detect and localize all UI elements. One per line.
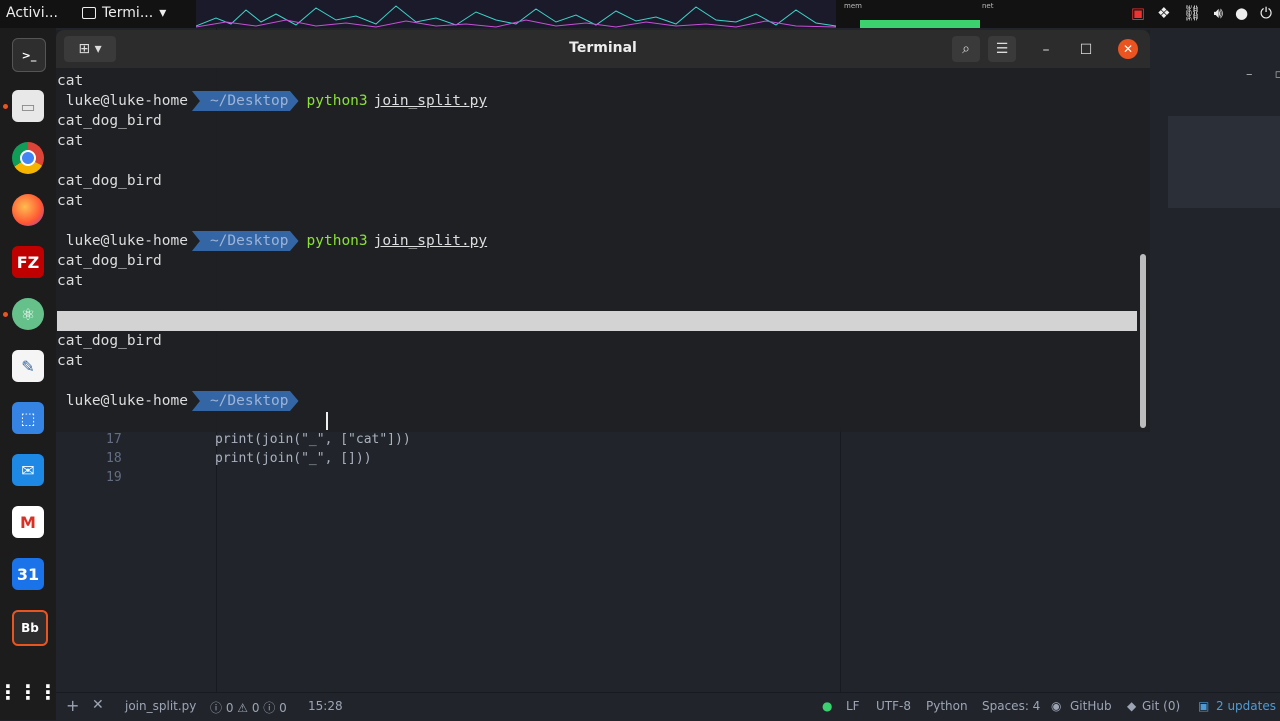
terminal-output-line: cat: [57, 71, 83, 91]
app-menu[interactable]: Termi... ▾: [82, 5, 166, 21]
status-git[interactable]: Git (0): [1142, 699, 1180, 713]
terminal-output-line: cat_dog_bird: [57, 111, 162, 131]
prompt-path: ~/Desktop: [192, 91, 299, 111]
mail-app-icon[interactable]: ✉: [12, 454, 44, 486]
gmail-app-icon[interactable]: M: [12, 506, 44, 538]
hamburger-menu-icon: ☰: [996, 41, 1009, 57]
power-icon[interactable]: ⏻: [1260, 4, 1272, 22]
terminal-prompt-line: luke@luke-home~/Desktop: [57, 391, 299, 411]
terminal-icon: [82, 7, 96, 19]
system-monitor-graphs: mem net disk: [196, 0, 1046, 28]
terminal-output-line: cat_dog_bird: [57, 331, 162, 351]
line-numbers: 17 18 19: [106, 430, 156, 487]
chevron-down-icon: ▾: [159, 5, 166, 21]
terminal-output-line: cat_dog_bird: [57, 251, 162, 271]
search-button[interactable]: ⌕: [952, 36, 980, 62]
terminal-output[interactable]: cat luke@luke-home~/Desktoppython3join_s…: [57, 68, 1137, 432]
app-grid-icon[interactable]: ⋮⋮⋮: [12, 676, 44, 708]
terminal-window[interactable]: ⊞ ▾ Terminal ⌕ ☰ – ☐ ✕ cat luke@luke-hom…: [56, 30, 1150, 432]
git-icon: ◆: [1127, 699, 1136, 713]
status-github[interactable]: GitHub: [1070, 699, 1112, 713]
prompt-command: python3: [307, 233, 368, 249]
terminal-cursor: [326, 412, 328, 430]
app-menu-label: Termi...: [102, 5, 153, 21]
microphone-icon[interactable]: ●: [1235, 4, 1248, 22]
menu-button[interactable]: ☰: [988, 36, 1016, 62]
running-indicator: [3, 312, 8, 317]
updates-icon: ▣: [1198, 699, 1209, 713]
status-language[interactable]: Python: [926, 699, 968, 713]
status-diagnostics[interactable]: ⓘ 0 ⚠ 0 ⓘ 0: [210, 699, 287, 716]
calendar-app-icon[interactable]: 31: [12, 558, 44, 590]
firefox-app-icon[interactable]: [12, 194, 44, 226]
terminal-app-icon[interactable]: >_: [12, 38, 46, 72]
terminal-output-line: cat: [57, 271, 83, 291]
system-tray[interactable]: ▣ ❖ ⛓ 🔊︎ ● ⏻: [1131, 4, 1272, 22]
minimize-icon[interactable]: –: [1246, 67, 1253, 82]
editor-window-controls[interactable]: – ▫ ✕: [1206, 56, 1280, 92]
prompt-path: ~/Desktop: [192, 391, 299, 411]
maximize-icon[interactable]: ▫: [1275, 67, 1280, 82]
add-icon[interactable]: +: [66, 696, 79, 715]
editor-status-bar: + ✕ join_split.py ⓘ 0 ⚠ 0 ⓘ 0 15:28 ● LF…: [56, 692, 1280, 721]
selection-highlight: [57, 311, 1137, 331]
terminal-titlebar[interactable]: ⊞ ▾ Terminal ⌕ ☰ – ☐ ✕: [56, 30, 1150, 68]
close-icon[interactable]: ✕: [92, 697, 104, 713]
dock: >_ ▭ FZ ⚛ ✎ ⬚ ✉ M 31 Bb ⋮⋮⋮: [0, 28, 56, 720]
network-icon[interactable]: ⛓: [1183, 4, 1202, 22]
status-dot-icon: ●: [822, 699, 832, 713]
terminal-title: Terminal: [56, 40, 1150, 56]
status-cursor-position[interactable]: 15:28: [308, 699, 343, 713]
text-editor-app-icon[interactable]: ✎: [12, 350, 44, 382]
prompt-path: ~/Desktop: [192, 231, 299, 251]
terminal-prompt-line: luke@luke-home~/Desktop python3 join_split…: [57, 91, 487, 111]
minimap[interactable]: [1168, 116, 1280, 208]
code-lines[interactable]: print(join("_", ["cat"])) print(join("_"…: [215, 430, 411, 487]
atom-app-icon[interactable]: ⚛: [12, 298, 44, 330]
prompt-user: luke@luke-home: [57, 93, 188, 109]
prompt-command: python3: [307, 93, 368, 109]
prompt-argument: join_split.py: [374, 233, 488, 249]
mem-label: mem: [844, 2, 862, 10]
prompt-argument: join_split.py: [374, 93, 488, 109]
minimize-button[interactable]: –: [1036, 40, 1056, 60]
close-button[interactable]: ✕: [1118, 39, 1138, 59]
screenshot-app-icon[interactable]: ⬚: [12, 402, 44, 434]
maximize-button[interactable]: ☐: [1076, 40, 1096, 60]
chrome-app-icon[interactable]: [12, 142, 44, 174]
terminal-output-line: cat: [57, 191, 83, 211]
github-icon: ◉: [1051, 699, 1061, 713]
terminal-output-line: cat: [57, 351, 83, 371]
terminal-prompt-line: luke@luke-home~/Desktop python3 join_split…: [57, 231, 487, 251]
prompt-user: luke@luke-home: [57, 393, 188, 409]
top-bar: Activi... Termi... ▾ mem net disk ▣ ❖ ⛓ …: [0, 0, 1280, 28]
status-indent[interactable]: Spaces: 4: [982, 699, 1040, 713]
bb-app-icon[interactable]: Bb: [12, 610, 48, 646]
editor-divider: [840, 428, 841, 692]
terminal-output-line: cat_dog_bird: [57, 171, 162, 191]
activities-button[interactable]: Activi...: [6, 5, 58, 21]
files-app-icon[interactable]: ▭: [12, 90, 44, 122]
search-icon: ⌕: [962, 41, 970, 57]
status-updates[interactable]: 2 updates: [1216, 699, 1276, 713]
svg-text:net: net: [982, 2, 994, 10]
running-indicator: [3, 104, 8, 109]
dropbox-icon[interactable]: ❖: [1157, 4, 1170, 22]
camera-icon[interactable]: ▣: [1131, 4, 1145, 22]
status-line-ending[interactable]: LF: [846, 699, 860, 713]
terminal-scrollbar[interactable]: [1140, 254, 1146, 428]
terminal-output-line: cat: [57, 131, 83, 151]
prompt-user: luke@luke-home: [57, 233, 188, 249]
status-filename[interactable]: join_split.py: [125, 699, 196, 713]
volume-icon[interactable]: 🔊︎: [1214, 4, 1223, 22]
status-encoding[interactable]: UTF-8: [876, 699, 911, 713]
filezilla-app-icon[interactable]: FZ: [12, 246, 44, 278]
